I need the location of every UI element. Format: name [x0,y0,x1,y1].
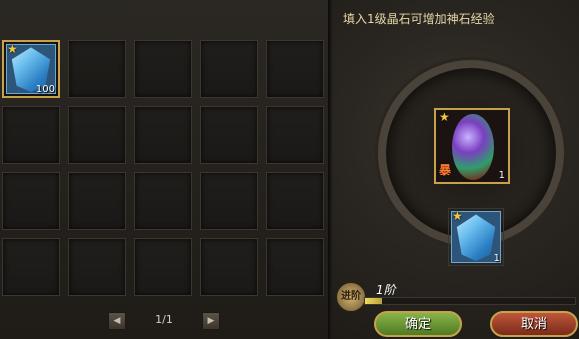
inventory-slot[interactable] [68,40,126,98]
inventory-slot[interactable] [200,40,258,98]
inventory-grid: ★ 100 [2,40,324,296]
inventory-slot[interactable] [200,106,258,164]
prev-page-button[interactable]: ◀ [108,312,126,330]
main-slot[interactable]: ★ 暴 1 [434,108,510,184]
inventory-slot[interactable] [2,238,60,296]
rank-progress: 进阶 1阶 [334,280,579,312]
hint-text: 填入1级晶石可增加神石经验 [343,12,495,26]
star-icon: ★ [7,42,18,56]
inventory-slot[interactable] [134,40,192,98]
inventory-slot[interactable] [200,172,258,230]
star-icon: ★ [439,110,450,124]
cancel-button[interactable]: 取消 [490,311,578,337]
main-slot-tag: 暴 [439,163,452,177]
rank-label: 1阶 [376,283,396,297]
pager: ◀ 1/1 ▶ [108,312,220,330]
inventory-slot[interactable] [68,106,126,164]
progress-bar [364,297,576,305]
inventory-slot[interactable] [200,238,258,296]
inventory-slot[interactable] [2,106,60,164]
inventory-slot[interactable] [134,106,192,164]
inventory-slot[interactable] [266,238,324,296]
rank-badge-icon: 进阶 [336,282,366,312]
god-stone-icon [452,114,494,180]
material-slot[interactable]: ★ 1 [448,208,504,266]
inventory-slot[interactable] [2,172,60,230]
inventory-slot[interactable] [68,172,126,230]
star-icon: ★ [452,209,463,223]
item-count: 100 [35,84,55,95]
inventory-slot[interactable]: ★ 100 [2,40,60,98]
page-indicator: 1/1 [155,313,173,326]
inventory-slot[interactable] [266,40,324,98]
main-slot-count: 1 [498,170,505,181]
inventory-slot[interactable] [266,106,324,164]
material-slot-count: 1 [493,253,500,264]
confirm-button[interactable]: 确定 [374,311,462,337]
inventory-slot[interactable] [266,172,324,230]
inventory-slot[interactable] [134,238,192,296]
next-page-button[interactable]: ▶ [202,312,220,330]
progress-fill [365,298,382,304]
inventory-slot[interactable] [68,238,126,296]
inventory-slot[interactable] [134,172,192,230]
